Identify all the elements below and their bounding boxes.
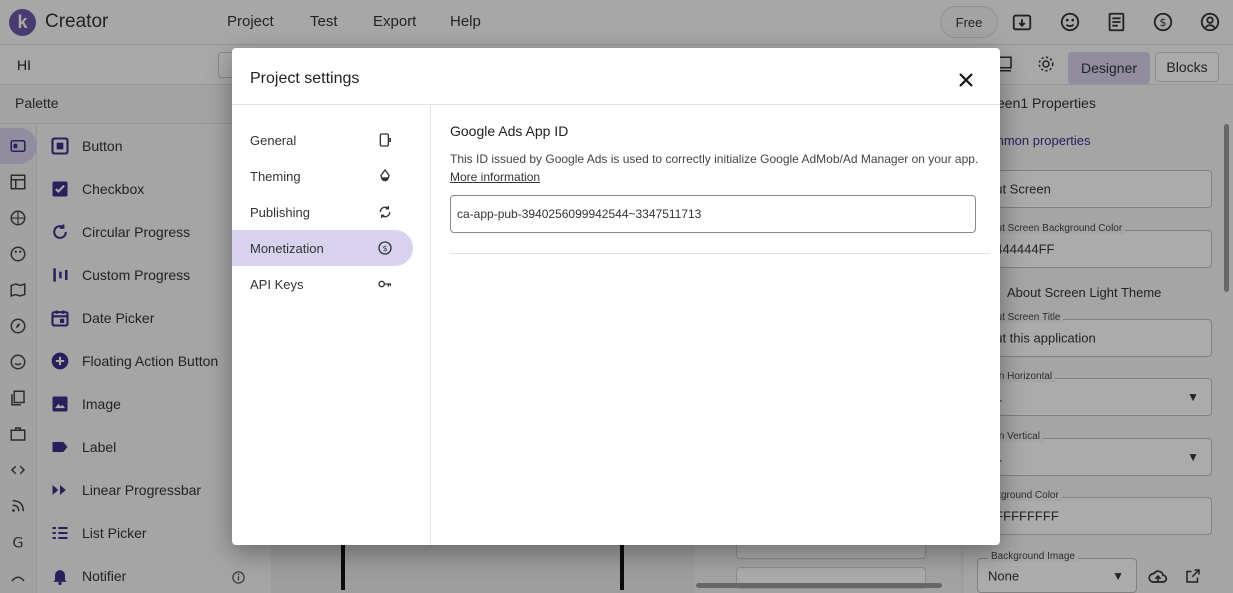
settings-nav-label: General bbox=[250, 132, 297, 148]
dialog-title: Project settings bbox=[250, 70, 360, 87]
settings-nav-label: Publishing bbox=[250, 204, 310, 220]
theming-icon bbox=[380, 168, 390, 182]
google-ads-description: This ID issued by Google Ads is used to … bbox=[450, 150, 980, 186]
settings-nav: General Theming Publishing Monetization … bbox=[232, 105, 431, 545]
settings-nav-general[interactable]: General bbox=[232, 122, 413, 158]
description-text: This ID issued by Google Ads is used to … bbox=[450, 152, 979, 166]
close-icon[interactable] bbox=[958, 72, 974, 88]
settings-nav-label: Theming bbox=[250, 168, 301, 184]
project-settings-dialog: Project settings General Theming Publish… bbox=[232, 48, 1000, 545]
settings-nav-monetization[interactable]: Monetization $ bbox=[232, 230, 413, 266]
monetization-icon: $ bbox=[378, 241, 392, 255]
content-divider bbox=[450, 253, 990, 254]
svg-text:$: $ bbox=[382, 244, 387, 253]
api-keys-icon bbox=[378, 280, 391, 288]
general-icon bbox=[379, 133, 391, 147]
settings-nav-label: API Keys bbox=[250, 276, 304, 292]
settings-nav-publishing[interactable]: Publishing bbox=[232, 194, 413, 230]
google-ads-app-id-input[interactable] bbox=[450, 195, 976, 233]
publishing-icon bbox=[379, 206, 391, 218]
settings-nav-label: Monetization bbox=[250, 240, 324, 256]
settings-nav-theming[interactable]: Theming bbox=[232, 158, 413, 194]
more-information-link[interactable]: More information bbox=[450, 170, 540, 184]
settings-nav-api-keys[interactable]: API Keys bbox=[232, 266, 413, 302]
google-ads-app-id-title: Google Ads App ID bbox=[450, 123, 569, 139]
